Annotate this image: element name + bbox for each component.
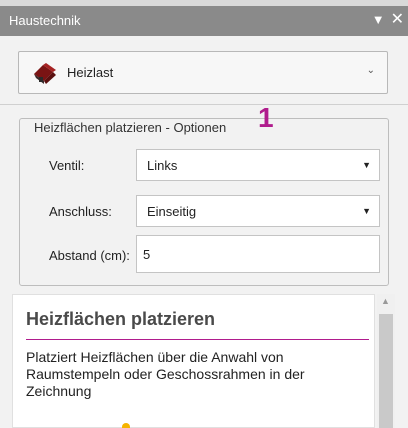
ventil-value: Links <box>147 158 178 173</box>
annotation-marker: 1 <box>258 102 274 133</box>
help-image-icon <box>122 423 130 428</box>
anschluss-select[interactable]: Einseitig ▼ <box>136 195 380 227</box>
scroll-up-icon[interactable]: ▲ <box>381 296 390 306</box>
options-legend: Heizflächen platzieren - Optionen <box>30 120 231 135</box>
help-pane: Heizflächen platzieren Platziert Heizflä… <box>12 294 375 428</box>
panel-titlebar: Haustechnik ▼ ✕ <box>0 0 408 36</box>
anschluss-value: Einseitig <box>147 204 197 219</box>
scrollbar-thumb[interactable] <box>379 314 393 428</box>
dropdown-arrow-icon: ▼ <box>362 160 371 170</box>
dropdown-arrow-icon[interactable]: ▼ <box>372 10 385 30</box>
module-label: Heizlast <box>67 65 114 80</box>
panel-title: Haustechnik <box>9 13 81 28</box>
help-title-rule <box>26 339 369 340</box>
abstand-value: 5 <box>143 247 151 262</box>
dropdown-arrow-icon: ▼ <box>362 206 371 216</box>
help-scrollbar[interactable]: ▲ <box>377 294 395 428</box>
haustechnik-panel: Heizlast ⌄ Heizflächen platzieren - Opti… <box>0 36 408 428</box>
help-title: Heizflächen platzieren <box>26 309 216 329</box>
heating-load-house-icon <box>34 62 56 84</box>
help-text: Platziert Heizflächen über die Anwahl vo… <box>26 349 305 399</box>
module-select[interactable]: Heizlast ⌄ <box>18 51 388 94</box>
abstand-label: Abstand (cm): <box>49 248 130 263</box>
titlebar-controls: ▼ ✕ <box>372 10 404 30</box>
anschluss-label: Anschluss: <box>49 204 112 219</box>
abstand-input[interactable]: 5 <box>136 235 380 273</box>
chevron-down-icon: ⌄ <box>366 65 375 76</box>
ventil-select[interactable]: Links ▼ <box>136 149 380 181</box>
divider <box>0 104 408 105</box>
close-icon[interactable]: ✕ <box>391 10 404 30</box>
ventil-label: Ventil: <box>49 158 85 173</box>
